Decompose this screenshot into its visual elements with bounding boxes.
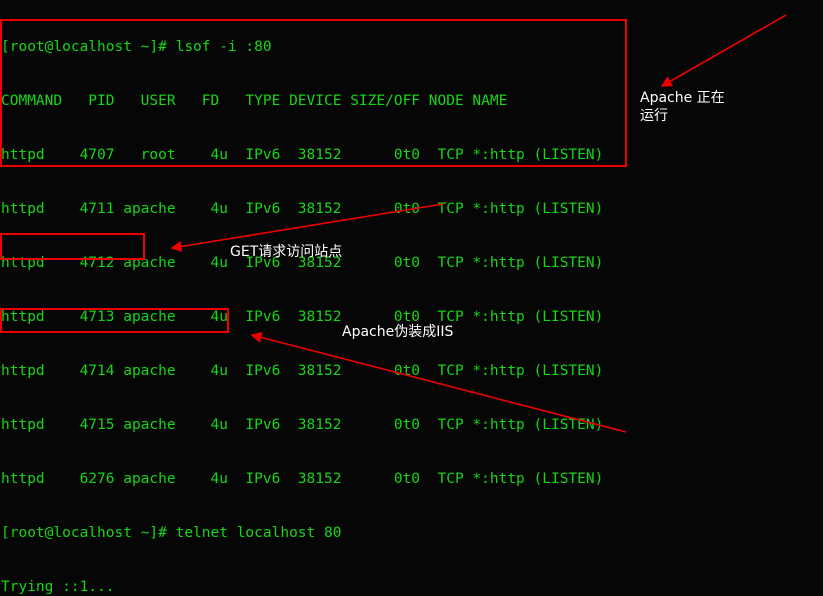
annotation-label-apache-running: Apache 正在 运行: [640, 90, 725, 124]
table-row: httpd 6276 apache 4u IPv6 38152 0t0 TCP …: [1, 471, 604, 487]
terminal-window[interactable]: [root@localhost ~]# lsof -i :80 COMMAND …: [0, 0, 823, 596]
terminal-line: Trying ::1...: [1, 579, 115, 595]
annotation-label-get-request: GET请求访问站点: [230, 244, 343, 260]
highlight-box-lsof-output: [0, 19, 627, 167]
terminal-line: [root@localhost ~]# telnet localhost 80: [1, 525, 342, 541]
annotation-label-apache-fake-iis: Apache伪装成IIS: [342, 324, 454, 340]
table-row: httpd 4715 apache 4u IPv6 38152 0t0 TCP …: [1, 417, 604, 433]
highlight-box-server-header: [0, 308, 229, 333]
table-row: httpd 4714 apache 4u IPv6 38152 0t0 TCP …: [1, 363, 604, 379]
table-row: httpd 4711 apache 4u IPv6 38152 0t0 TCP …: [1, 201, 604, 217]
highlight-box-get-request: [0, 233, 145, 260]
